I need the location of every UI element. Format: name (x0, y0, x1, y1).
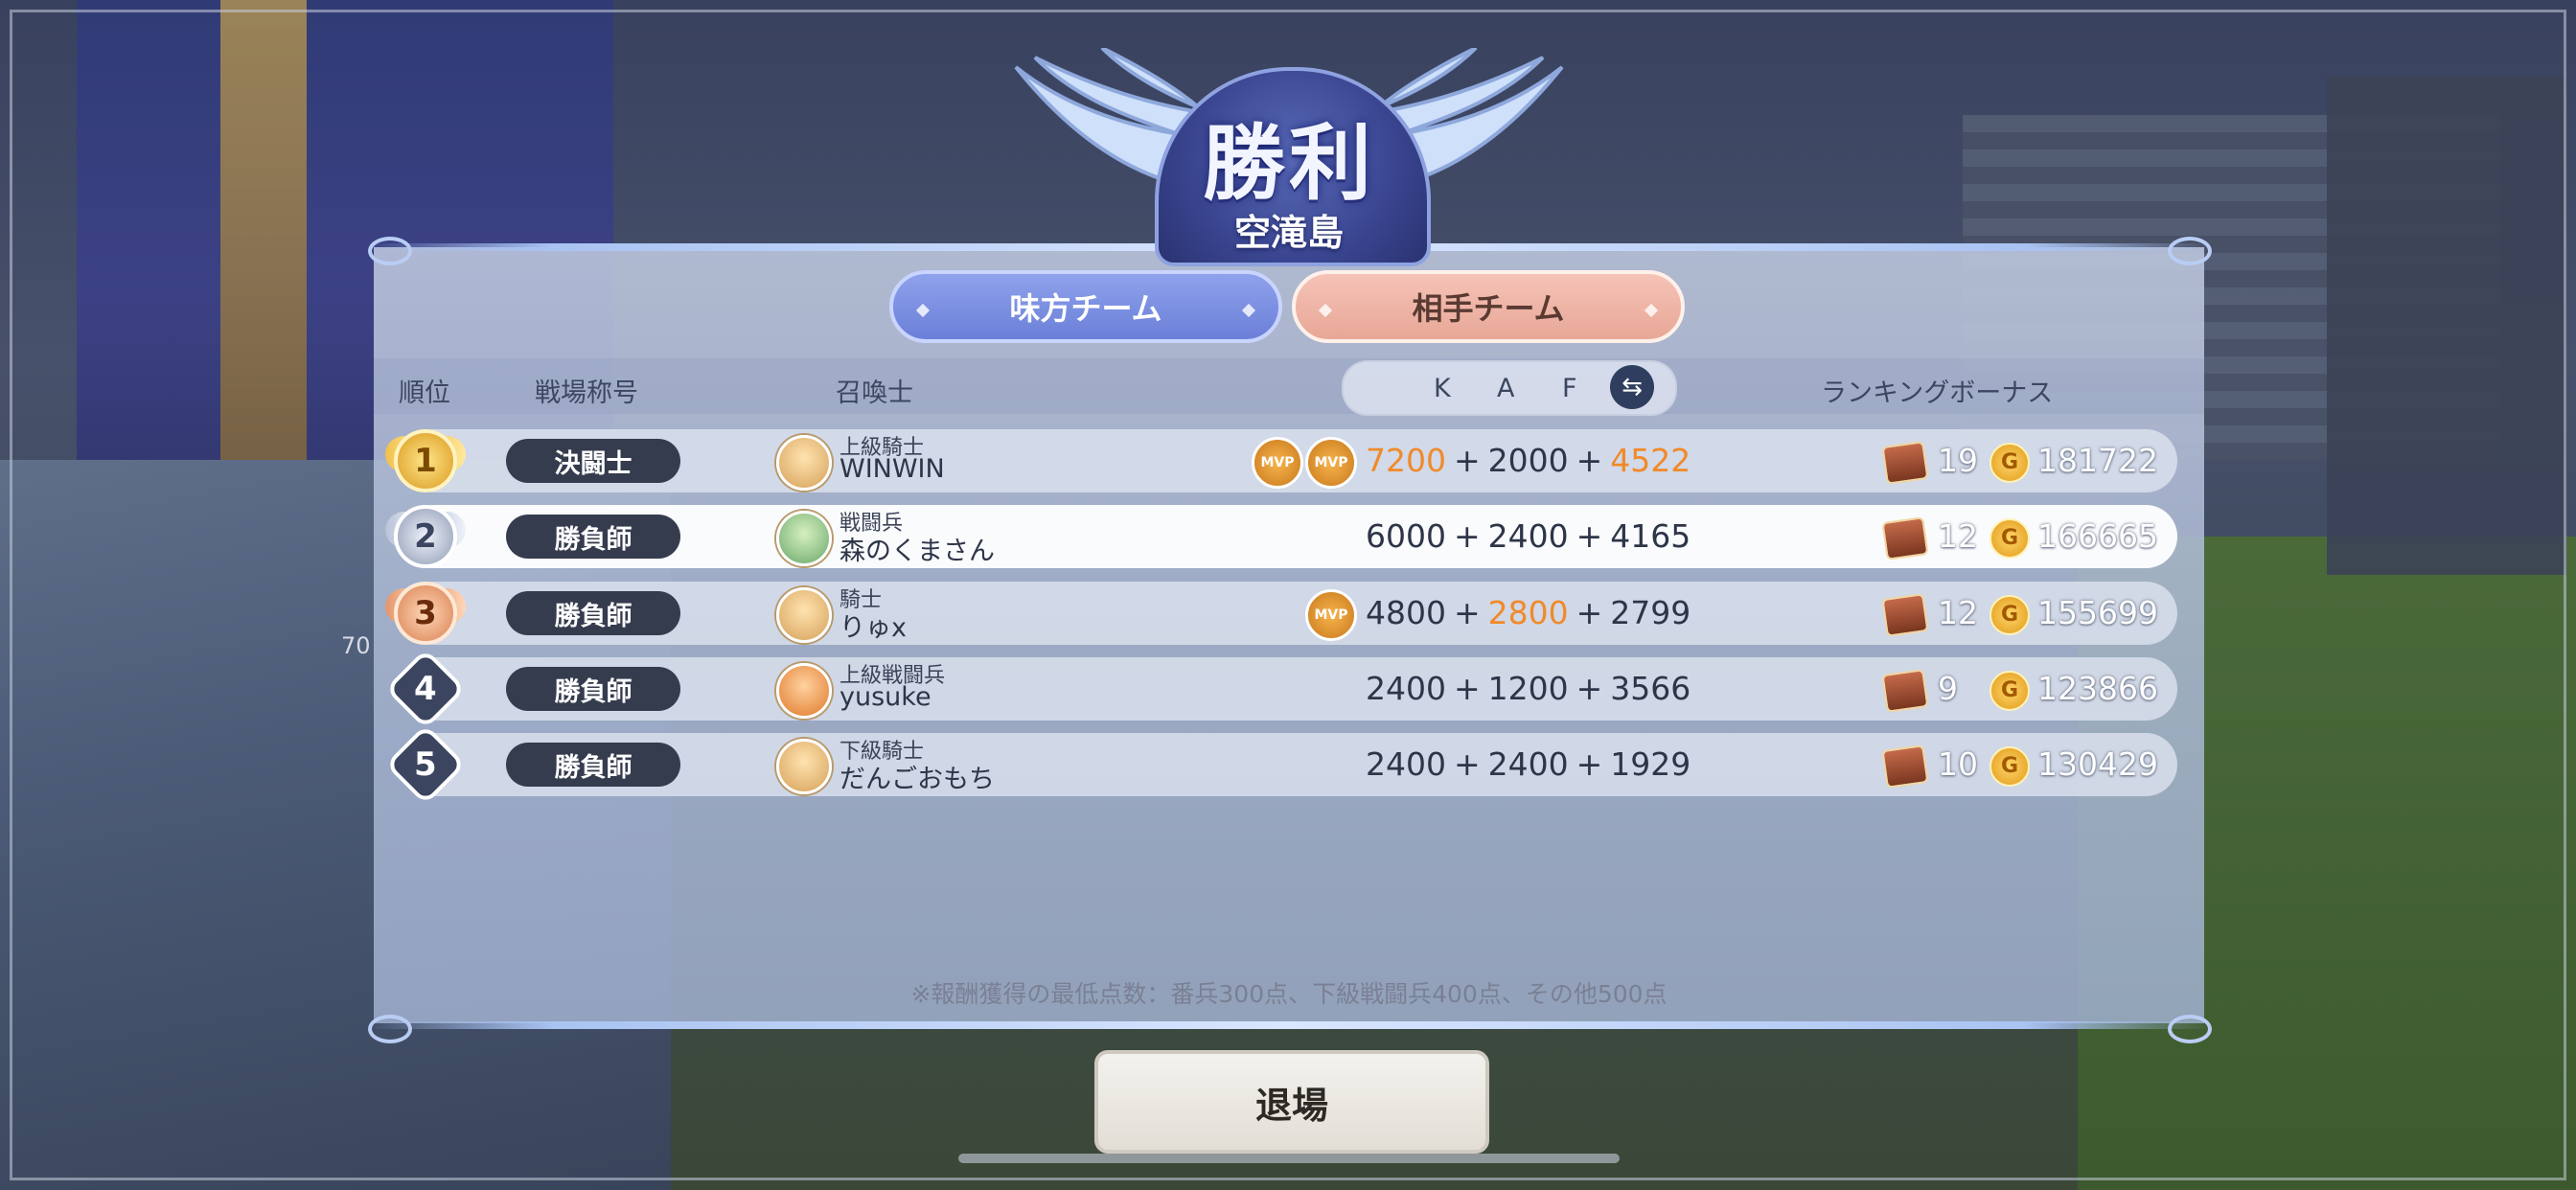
player-name: 森のくまさん (840, 537, 995, 566)
tab-ally-label: 味方チーム (1009, 290, 1162, 327)
kaf-score: 2400 +2400 +1929 (1366, 745, 1691, 783)
col-a: A (1497, 374, 1515, 403)
mvp-badge-icon: MVP (1252, 437, 1303, 489)
score-a: 1200 (1487, 670, 1569, 707)
avatar[interactable] (776, 511, 832, 566)
player-name: yusuke (840, 682, 932, 712)
rank-medal: 3 (380, 575, 472, 652)
col-summoner: 召喚士 (836, 378, 913, 408)
score-f: 4522 (1610, 442, 1691, 479)
kaf-score: 4800 +2800 +2799 (1366, 594, 1691, 631)
avatar[interactable] (776, 435, 832, 491)
player-name: WINWIN (840, 454, 945, 484)
rank-medal: 2 (380, 498, 472, 575)
tab-enemy-team[interactable]: 相手チーム (1292, 270, 1685, 343)
reward-chest-icon (1881, 593, 1929, 637)
reward-note: ※報酬獲得の最低点数：番兵300点、下級戦闘兵400点、その他500点 (910, 980, 1668, 1008)
mvp-badge-icon: MVP (1305, 589, 1357, 641)
chest-count: 12 (1938, 517, 1978, 555)
battle-title-badge: 勝負師 (506, 515, 680, 559)
chest-count: 19 (1938, 442, 1978, 479)
rank-medal: 1 (380, 423, 472, 499)
kaf-score: 6000 +2400 +4165 (1366, 517, 1691, 555)
rank-medal: 4 (380, 648, 472, 730)
victory-emblem: 勝利 空滝島 (958, 19, 1620, 266)
col-k: K (1434, 374, 1451, 403)
score-a: 2800 (1487, 594, 1569, 631)
gold-amount: 123866 (2037, 670, 2158, 707)
rank-number: 1 (394, 429, 457, 492)
score-f: 4165 (1610, 517, 1691, 555)
score-k: 2400 (1366, 745, 1446, 783)
score-a: 2000 (1487, 442, 1569, 479)
gold-amount: 166665 (2037, 517, 2158, 555)
battle-title-badge: 勝負師 (506, 743, 680, 787)
col-f: F (1562, 374, 1577, 403)
border-cap-icon (368, 237, 412, 265)
gold-amount: 155699 (2037, 594, 2158, 631)
gold-amount: 181722 (2037, 442, 2158, 479)
reward-chest-icon (1881, 669, 1929, 713)
score-f: 2799 (1610, 594, 1691, 631)
gold-amount: 130429 (2037, 745, 2158, 783)
panel-bottom-border (368, 1021, 2210, 1029)
score-f: 3566 (1610, 670, 1691, 707)
rank-number: 2 (394, 505, 457, 568)
mvp-badge-icon: MVP (1305, 437, 1357, 489)
chest-count: 12 (1938, 594, 1978, 631)
rank-medal: 5 (380, 723, 472, 806)
rank-number: 3 (394, 582, 457, 645)
tab-enemy-label: 相手チーム (1412, 290, 1565, 327)
reward-chest-icon (1881, 516, 1929, 561)
score-k: 6000 (1366, 517, 1446, 555)
player-name: りゅx (840, 613, 907, 643)
swap-icon[interactable]: ⇆ (1610, 365, 1654, 409)
border-cap-icon (2168, 237, 2212, 265)
home-indicator (958, 1154, 1620, 1163)
battle-title-badge: 勝負師 (506, 667, 680, 711)
table-header: 順位 戦場称号 召喚士 ランキングボーナス (374, 358, 2204, 414)
kaf-score: 7200 +2000 +4522 (1366, 442, 1691, 479)
score-k: 2400 (1366, 670, 1446, 707)
rank-number: 5 (384, 723, 467, 806)
col-rank: 順位 (399, 378, 450, 408)
avatar[interactable] (776, 663, 832, 719)
score-a: 2400 (1487, 745, 1569, 783)
reward-chest-icon (1881, 744, 1929, 789)
battle-title-badge: 勝負師 (506, 591, 680, 635)
gold-coin-icon: G (1990, 746, 2030, 787)
chest-count: 10 (1938, 745, 1978, 783)
reward-chest-icon (1881, 441, 1929, 485)
score-k: 7200 (1366, 442, 1446, 479)
score-f: 1929 (1610, 745, 1691, 783)
gold-coin-icon: G (1990, 595, 2030, 635)
gold-coin-icon: G (1990, 671, 2030, 711)
rank-number: 4 (384, 648, 467, 730)
gold-coin-icon: G (1990, 443, 2030, 483)
gold-coin-icon: G (1990, 518, 2030, 559)
kaf-score: 2400 +1200 +3566 (1366, 670, 1691, 707)
avatar[interactable] (776, 587, 832, 643)
border-cap-icon (2168, 1015, 2212, 1043)
col-bonus: ランキングボーナス (1821, 378, 2054, 408)
level-indicator: 70 (341, 632, 371, 659)
player-name: だんごおもち (840, 765, 995, 794)
exit-button[interactable]: 退場 (1094, 1050, 1489, 1154)
battle-title-badge: 決闘士 (506, 439, 680, 483)
result-title: 勝利 (1203, 116, 1375, 212)
border-cap-icon (368, 1015, 412, 1043)
map-name: 空滝島 (1233, 212, 1344, 254)
avatar[interactable] (776, 739, 832, 794)
col-battle-title: 戦場称号 (535, 378, 638, 408)
score-k: 4800 (1366, 594, 1446, 631)
chest-count: 9 (1938, 670, 1958, 707)
tab-ally-team[interactable]: 味方チーム (889, 270, 1282, 343)
score-a: 2400 (1487, 517, 1569, 555)
